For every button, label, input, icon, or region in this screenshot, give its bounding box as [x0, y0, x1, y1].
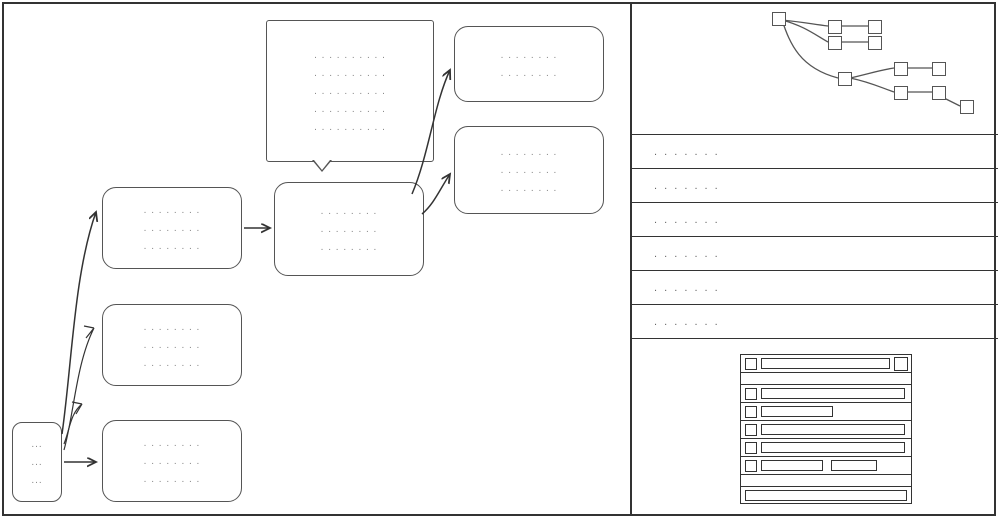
checkbox-icon[interactable]: [745, 442, 757, 454]
table-spacer: [741, 373, 911, 385]
table-row[interactable]: [741, 457, 911, 475]
table-row[interactable]: [741, 439, 911, 457]
node-line: . . . . . . . .: [501, 147, 558, 158]
node-line: . . . . . . . .: [144, 322, 201, 333]
table-widget[interactable]: [740, 354, 912, 504]
checkbox-icon[interactable]: [745, 358, 757, 370]
app-frame: ... ... ... . . . . . . . . . . . . . . …: [2, 2, 996, 516]
node-line: . . . . . . . .: [501, 68, 558, 79]
flow-node-c[interactable]: . . . . . . . . . . . . . . . . . . . . …: [102, 420, 242, 502]
list-item[interactable]: . . . . . . .: [632, 134, 998, 168]
table-footer: [741, 487, 911, 503]
table-row[interactable]: [741, 403, 911, 421]
tree-node[interactable]: [838, 72, 852, 86]
row-bar: [761, 424, 905, 435]
list-item[interactable]: . . . . . . .: [632, 202, 998, 236]
node-line: . . . . . . . .: [144, 474, 201, 485]
header-cell: [761, 358, 890, 369]
list-label: . . . . . . .: [654, 248, 720, 260]
row-bar: [761, 388, 905, 399]
popup-line: . . . . . . . . . .: [314, 68, 386, 79]
checkbox-icon[interactable]: [745, 460, 757, 472]
flow-node-root[interactable]: ... ... ...: [12, 422, 62, 502]
node-line: . . . . . . . .: [321, 224, 378, 235]
popup-tail-icon: [312, 160, 332, 172]
tree-node[interactable]: [932, 86, 946, 100]
flow-node-bottom[interactable]: . . . . . . . . . . . . . . . . . . . . …: [454, 126, 604, 214]
tree-node[interactable]: [868, 36, 882, 50]
node-line: . . . . . . . .: [501, 183, 558, 194]
node-line: ...: [31, 475, 42, 486]
row-bar: [761, 460, 823, 471]
popup-line: . . . . . . . . . .: [314, 122, 386, 133]
tree-node[interactable]: [772, 12, 786, 26]
node-line: . . . . . . . .: [144, 456, 201, 467]
node-line: . . . . . . . .: [144, 223, 201, 234]
checkbox-icon[interactable]: [745, 388, 757, 400]
flow-node-top[interactable]: . . . . . . . . . . . . . . . .: [454, 26, 604, 102]
footer-bar: [745, 490, 907, 501]
node-line: ...: [31, 439, 42, 450]
popup-line: . . . . . . . . . .: [314, 104, 386, 115]
popup-line: . . . . . . . . . .: [314, 50, 386, 61]
node-line: . . . . . . . .: [501, 50, 558, 61]
table-spacer: [741, 475, 911, 487]
checkbox-icon[interactable]: [745, 406, 757, 418]
right-panel: . . . . . . . . . . . . . . . . . . . . …: [632, 4, 998, 514]
list-item[interactable]: . . . . . . .: [632, 236, 998, 270]
list-label: . . . . . . .: [654, 180, 720, 192]
node-line: ...: [31, 457, 42, 468]
node-line: . . . . . . . .: [501, 165, 558, 176]
flow-node-center[interactable]: . . . . . . . . . . . . . . . . . . . . …: [274, 182, 424, 276]
flow-node-a[interactable]: . . . . . . . . . . . . . . . . . . . . …: [102, 187, 242, 269]
table-header: [741, 355, 911, 373]
tree-node[interactable]: [828, 36, 842, 50]
table-row[interactable]: [741, 421, 911, 439]
node-line: . . . . . . . .: [144, 438, 201, 449]
panel-divider: [632, 338, 998, 339]
list-item[interactable]: . . . . . . .: [632, 168, 998, 202]
node-line: . . . . . . . .: [321, 206, 378, 217]
node-line: . . . . . . . .: [144, 205, 201, 216]
node-line: . . . . . . . .: [144, 340, 201, 351]
flow-node-b[interactable]: . . . . . . . . . . . . . . . . . . . . …: [102, 304, 242, 386]
list-label: . . . . . . .: [654, 316, 720, 328]
popup-line: . . . . . . . . . .: [314, 86, 386, 97]
node-line: . . . . . . . .: [321, 242, 378, 253]
list-item[interactable]: . . . . . . .: [632, 270, 998, 304]
checkbox-icon[interactable]: [745, 424, 757, 436]
flow-canvas: ... ... ... . . . . . . . . . . . . . . …: [4, 4, 630, 514]
list-label: . . . . . . .: [654, 146, 720, 158]
node-line: . . . . . . . .: [144, 358, 201, 369]
node-line: . . . . . . . .: [144, 241, 201, 252]
header-end-icon: [894, 357, 908, 371]
list-item[interactable]: . . . . . . .: [632, 304, 998, 338]
flow-popup[interactable]: . . . . . . . . . . . . . . . . . . . . …: [266, 20, 434, 162]
row-bar: [761, 442, 905, 453]
row-bar: [831, 460, 877, 471]
table-row[interactable]: [741, 385, 911, 403]
tree-minimap[interactable]: [632, 4, 998, 134]
list-label: . . . . . . .: [654, 214, 720, 226]
tree-node[interactable]: [894, 86, 908, 100]
row-bar: [761, 406, 833, 417]
tree-node[interactable]: [932, 62, 946, 76]
tree-node[interactable]: [868, 20, 882, 34]
tree-node[interactable]: [828, 20, 842, 34]
tree-node[interactable]: [960, 100, 974, 114]
list-label: . . . . . . .: [654, 282, 720, 294]
tree-node[interactable]: [894, 62, 908, 76]
